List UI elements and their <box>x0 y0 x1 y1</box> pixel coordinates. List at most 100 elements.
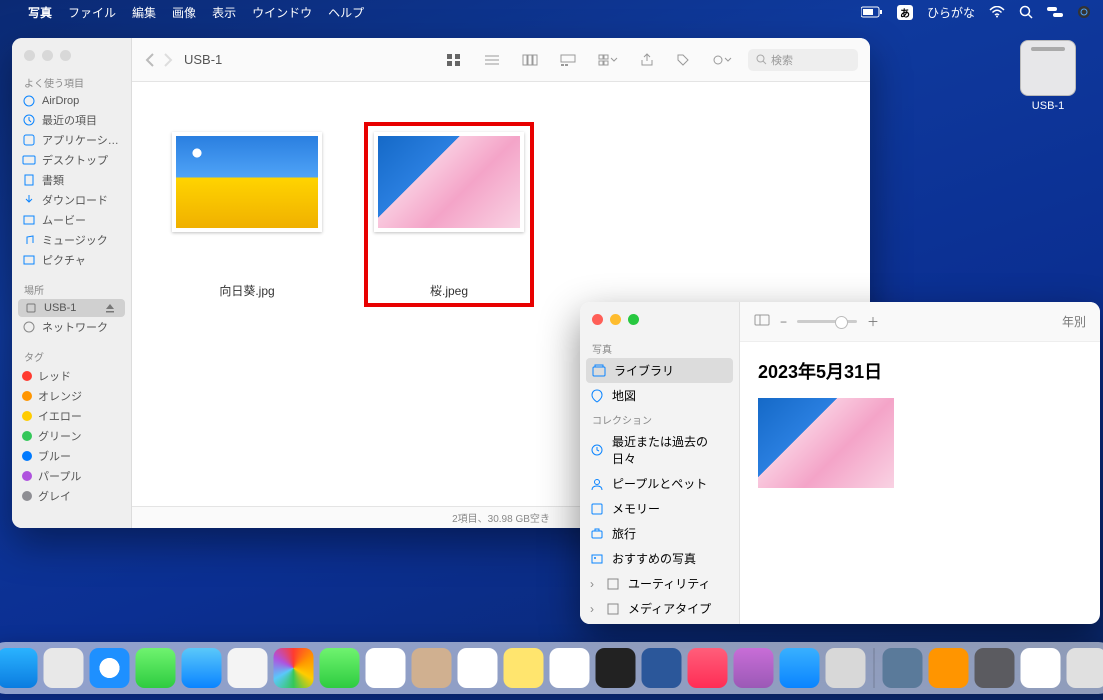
search-field[interactable]: 検索 <box>748 49 858 71</box>
menu-view[interactable]: 表示 <box>212 4 236 21</box>
dock-maps[interactable] <box>227 648 267 688</box>
sidebar-item-applications[interactable]: アプリケーシ… <box>12 130 131 150</box>
photos-section-header: 写真 <box>580 337 739 358</box>
menu-help[interactable]: ヘルプ <box>328 4 364 21</box>
eject-icon[interactable] <box>105 303 119 313</box>
dock-preview[interactable] <box>882 648 922 688</box>
dock-freeform[interactable] <box>549 648 589 688</box>
view-gallery-button[interactable] <box>554 50 582 70</box>
dock-notes[interactable] <box>503 648 543 688</box>
zoom-out-label: − <box>780 315 787 329</box>
sidebar-item-documents[interactable]: 書類 <box>12 170 131 190</box>
view-column-button[interactable] <box>516 50 544 70</box>
dock-messages[interactable] <box>135 648 175 688</box>
tag-gray[interactable]: グレイ <box>12 486 131 506</box>
dock-contacts[interactable] <box>411 648 451 688</box>
sidebar-item-desktop[interactable]: デスクトップ <box>12 150 131 170</box>
sidebar-item-pictures[interactable]: ピクチャ <box>12 250 131 270</box>
dock-photos[interactable] <box>273 648 313 688</box>
tag-purple[interactable]: パープル <box>12 466 131 486</box>
sidebar-group-album[interactable]: ›アルバム <box>580 621 739 624</box>
window-title: USB-1 <box>184 52 222 67</box>
control-center-icon[interactable] <box>1047 6 1063 18</box>
photos-window-controls[interactable] <box>580 302 739 337</box>
sidebar-item-library[interactable]: ライブラリ <box>586 358 733 383</box>
tag-red[interactable]: レッド <box>12 366 131 386</box>
sidebar-item-network[interactable]: ネットワーク <box>12 317 131 337</box>
tag-button[interactable] <box>670 50 696 70</box>
menu-file[interactable]: ファイル <box>68 4 116 21</box>
desktop-usb-icon[interactable]: USB-1 <box>1013 40 1083 112</box>
tag-yellow[interactable]: イエロー <box>12 406 131 426</box>
dock-downloads[interactable] <box>1020 648 1060 688</box>
dock-separator <box>873 648 874 688</box>
dock-music[interactable] <box>687 648 727 688</box>
sidebar-item-trips[interactable]: 旅行 <box>580 521 739 546</box>
finder-toolbar: USB-1 検索 <box>132 38 870 82</box>
date-heading: 2023年5月31日 <box>758 358 1082 384</box>
sidebar-item-map[interactable]: 地図 <box>580 383 739 408</box>
collection-header: コレクション <box>580 408 739 429</box>
battery-icon[interactable] <box>861 6 883 18</box>
thumbnail-sakura <box>378 136 520 228</box>
sidebar-item-movies[interactable]: ムービー <box>12 210 131 230</box>
dock-facetime[interactable] <box>319 648 359 688</box>
dock-reminders[interactable] <box>457 648 497 688</box>
tag-green[interactable]: グリーン <box>12 426 131 446</box>
sidebar-item-airdrop[interactable]: AirDrop <box>12 92 131 110</box>
finder-sidebar: よく使う項目 AirDrop 最近の項目 アプリケーシ… デスクトップ 書類 ダ… <box>12 38 132 528</box>
year-button[interactable]: 年別 <box>1062 313 1086 330</box>
sidebar-item-days[interactable]: 最近または過去の日々 <box>580 429 739 471</box>
dock-appstore[interactable] <box>779 648 819 688</box>
app-menu[interactable]: 写真 <box>28 4 52 21</box>
sidebar-group-mediatype[interactable]: ›メディアタイプ <box>580 596 739 621</box>
menubar: 写真 ファイル 編集 画像 表示 ウインドウ ヘルプ あ ひらがな <box>0 0 1103 24</box>
file-sunflower[interactable]: 向日葵.jpg <box>162 132 332 299</box>
forward-button[interactable] <box>162 53 174 67</box>
file-sakura[interactable]: 桜.jpeg <box>364 122 534 307</box>
dock-mail[interactable] <box>181 648 221 688</box>
sidebar-item-recents[interactable]: 最近の項目 <box>12 110 131 130</box>
dock-word[interactable] <box>641 648 681 688</box>
dock-calendar[interactable] <box>365 648 405 688</box>
dock-safari[interactable] <box>89 648 129 688</box>
dock-settings[interactable] <box>825 648 865 688</box>
ime-label[interactable]: ひらがな <box>927 4 975 21</box>
view-list-button[interactable] <box>478 50 506 70</box>
sidebar-item-usb1[interactable]: USB-1 <box>18 299 125 317</box>
dock-podcasts[interactable] <box>733 648 773 688</box>
view-icon-button[interactable] <box>440 50 468 70</box>
dock-trash[interactable] <box>1066 648 1103 688</box>
sidebar-item-featured[interactable]: おすすめの写真 <box>580 546 739 571</box>
sidebar-item-music[interactable]: ミュージック <box>12 230 131 250</box>
dock-pages[interactable] <box>928 648 968 688</box>
dock-quicktime[interactable] <box>974 648 1014 688</box>
sidebar-item-memories[interactable]: メモリー <box>580 496 739 521</box>
spotlight-icon[interactable] <box>1019 5 1033 19</box>
zoom-slider[interactable] <box>797 320 857 323</box>
back-button[interactable] <box>144 53 156 67</box>
tag-blue[interactable]: ブルー <box>12 446 131 466</box>
sidebar-item-downloads[interactable]: ダウンロード <box>12 190 131 210</box>
ime-badge[interactable]: あ <box>897 5 913 20</box>
sidebar-group-utility[interactable]: ›ユーティリティ <box>580 571 739 596</box>
share-button[interactable] <box>634 50 660 70</box>
dock <box>0 642 1103 694</box>
group-button[interactable] <box>592 50 624 70</box>
photos-content[interactable]: 2023年5月31日 <box>740 342 1100 624</box>
menu-window[interactable]: ウインドウ <box>252 4 312 21</box>
menu-image[interactable]: 画像 <box>172 4 196 21</box>
siri-icon[interactable] <box>1077 5 1091 19</box>
dock-finder[interactable] <box>0 648 37 688</box>
action-button[interactable] <box>706 50 738 70</box>
photo-thumbnail-sakura[interactable] <box>758 398 894 488</box>
window-controls[interactable] <box>12 38 131 67</box>
dock-launchpad[interactable] <box>43 648 83 688</box>
thumbnail-sunflower <box>176 136 318 228</box>
dock-tv[interactable] <box>595 648 635 688</box>
tag-orange[interactable]: オレンジ <box>12 386 131 406</box>
wifi-icon[interactable] <box>989 6 1005 18</box>
menu-edit[interactable]: 編集 <box>132 4 156 21</box>
sidebar-item-people[interactable]: ピープルとペット <box>580 471 739 496</box>
sidebar-toggle-icon[interactable] <box>754 313 770 330</box>
